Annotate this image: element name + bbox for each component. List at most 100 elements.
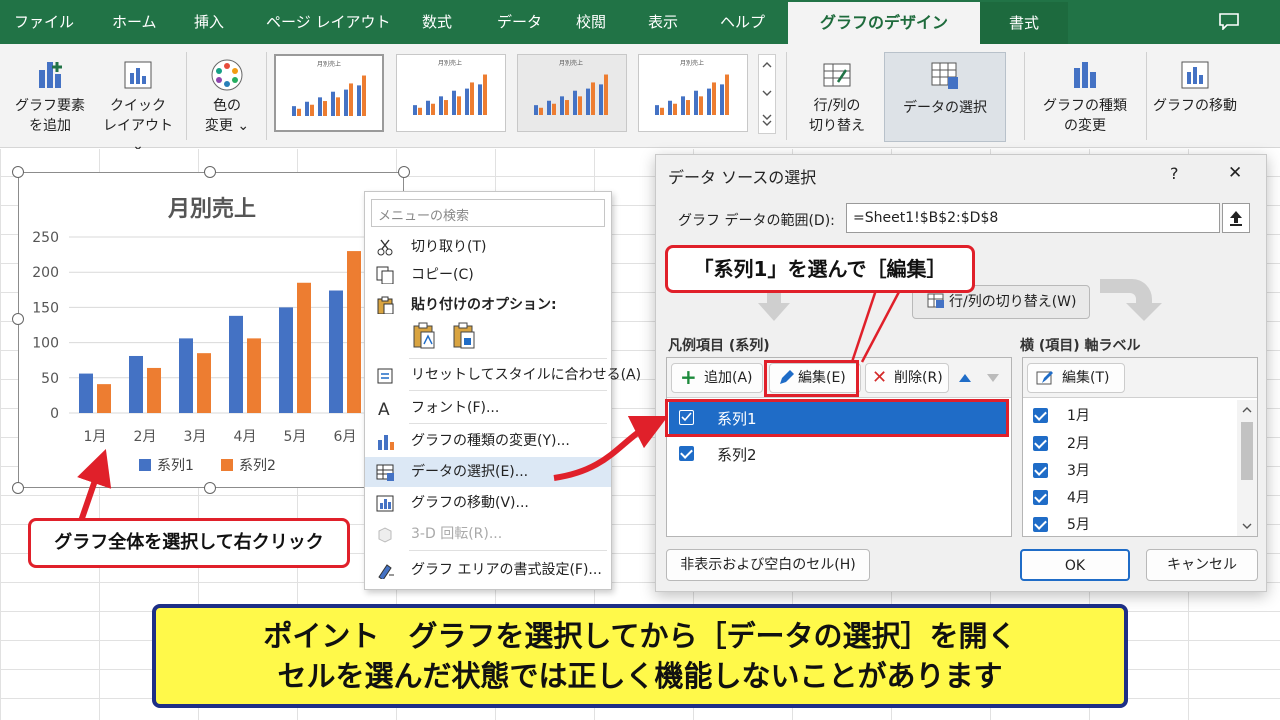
axis-item: 1月 [1067, 408, 1090, 424]
callout-select-chart: グラフ全体を選択して右クリック [28, 518, 350, 568]
thumb-bar [681, 96, 685, 115]
chart-style-2[interactable]: 月別売上 [396, 54, 506, 132]
add-chart-element-button[interactable]: グラフ要素 を追加 [8, 58, 92, 136]
menu-item-cut[interactable]: 切り取り(T) [365, 232, 611, 262]
paste-icon [377, 296, 394, 314]
move-up-button[interactable] [955, 368, 975, 388]
tab-view[interactable]: 表示 [648, 0, 678, 44]
series-row-2[interactable]: 系列2 [669, 438, 1009, 470]
chart-thumbnail: 月別売上 [413, 59, 487, 115]
axis-list-scrollbar[interactable] [1237, 400, 1257, 536]
hidden-empty-cells-button[interactable]: 非表示および空白のセル(H) [666, 549, 870, 581]
thumb-bar [310, 104, 314, 116]
gallery-scrollbar[interactable] [758, 54, 776, 134]
delete-icon: ✕ [872, 367, 888, 388]
legend-label-series1: 系列1 [157, 458, 194, 474]
thumb-bar [297, 108, 301, 116]
thumb-bar [331, 91, 335, 116]
tab-page-layout[interactable]: ページ レイアウト [266, 0, 390, 44]
close-icon[interactable]: ✕ [1228, 163, 1242, 183]
tab-insert[interactable]: 挿入 [194, 0, 224, 44]
thumb-bar [478, 84, 482, 115]
help-button[interactable]: ? [1170, 164, 1179, 183]
chart-style-1[interactable]: 月別売上 [274, 54, 384, 132]
range-input[interactable]: =Sheet1!$B$2:$D$8 [846, 203, 1220, 233]
resize-handle[interactable] [398, 166, 410, 178]
resize-handle[interactable] [204, 482, 216, 494]
thumb-bar [539, 107, 543, 115]
menu-item-move-chart[interactable]: グラフの移動(V)... [365, 488, 611, 518]
bar-1 [229, 315, 243, 413]
ok-button[interactable]: OK [1020, 549, 1130, 581]
axis-item-checkbox[interactable] [1033, 436, 1048, 451]
scissors-icon [377, 239, 393, 256]
axis-item: 3月 [1067, 463, 1090, 479]
resize-handle[interactable] [12, 313, 24, 325]
chart-style-4[interactable]: 月別売上 [638, 54, 748, 132]
range-label: グラフ データの範囲(D): [678, 213, 835, 229]
thumb-bar [318, 97, 322, 116]
thumb-bar [465, 88, 469, 115]
axis-item-checkbox[interactable] [1033, 408, 1048, 423]
resize-handle[interactable] [204, 166, 216, 178]
format-area-icon [378, 564, 394, 579]
select-data-icon [376, 464, 394, 481]
chart-style-3[interactable]: 月別売上 [517, 54, 627, 132]
thumb-bar [323, 101, 327, 116]
x-tick-label: 2月 [134, 429, 157, 445]
edit-axis-labels-button[interactable]: 編集(T) [1027, 363, 1125, 393]
axis-item-checkbox[interactable] [1033, 463, 1048, 478]
axis-item-checkbox[interactable] [1033, 517, 1048, 532]
select-data-icon [931, 62, 958, 89]
thumb-title: 月別売上 [317, 60, 341, 68]
move-down-button[interactable] [983, 368, 1003, 388]
add-series-button[interactable]: + 追加(A) [671, 363, 763, 393]
resize-handle[interactable] [12, 482, 24, 494]
menu-item-reset-style[interactable]: リセットしてスタイルに合わせる(A) [365, 360, 641, 390]
bar-2 [247, 338, 261, 413]
menu-item-3d-rotation: 3-D 回転(R)... [365, 519, 611, 549]
tab-format[interactable]: 書式 [980, 2, 1068, 44]
menu-item-copy[interactable]: コピー(C) [365, 260, 611, 290]
menu-item-change-chart-type[interactable]: グラフの種類の変更(Y)... [365, 426, 611, 456]
tab-home[interactable]: ホーム [112, 0, 157, 44]
move-chart-button[interactable]: グラフの移動 [1150, 58, 1240, 116]
menu-item-format-chart-area[interactable]: グラフ エリアの書式設定(F)... [365, 555, 611, 585]
tab-formulas[interactable]: 数式 [422, 0, 452, 44]
font-icon: A [378, 400, 390, 417]
comment-icon[interactable] [1218, 12, 1240, 31]
tab-chart-design[interactable]: グラフのデザイン [788, 2, 980, 44]
thumb-bar [483, 74, 487, 115]
paste-picture-button[interactable] [451, 322, 477, 350]
change-chart-type-button[interactable]: グラフの種類 の変更 [1030, 58, 1140, 136]
ribbon: グラフ要素 を追加 クイック レイアウト ⌄ 色の 変更 ⌄ 月別売上 月別売上 月別… [0, 44, 1280, 154]
chart-area[interactable]: 月別売上 0 50 100 150 200 250 1月 2月 3月 4月 5月 6月 系列1 系列2 [18, 172, 405, 488]
axis-item-checkbox[interactable] [1033, 490, 1048, 505]
tab-review[interactable]: 校閲 [576, 0, 606, 44]
legend-swatch-series1 [139, 459, 151, 471]
bar-1 [129, 355, 143, 413]
axis-item: 5月 [1067, 517, 1090, 533]
tab-help[interactable]: ヘルプ [720, 0, 765, 44]
tab-data[interactable]: データ [497, 0, 542, 44]
paste-keep-format-button[interactable] [411, 322, 437, 350]
delete-series-button[interactable]: ✕ 削除(R) [865, 363, 949, 393]
menu-item-select-data[interactable]: データの選択(E)... [365, 457, 611, 487]
menu-search-input[interactable]: メニューの検索 [371, 199, 605, 227]
y-tick-label: 250 [32, 230, 59, 246]
menu-item-font[interactable]: A フォント(F)... [365, 393, 611, 423]
quick-layout-button[interactable]: クイック レイアウト ⌄ [96, 58, 180, 156]
cancel-button[interactable]: キャンセル [1146, 549, 1258, 581]
switch-row-column-button[interactable]: 行/列の 切り替え [796, 58, 878, 136]
select-data-button[interactable]: データの選択 [884, 52, 1006, 142]
x-tick-label: 1月 [84, 429, 107, 445]
collapse-range-button[interactable] [1222, 203, 1250, 233]
thumb-bar [305, 101, 309, 116]
axis-item: 4月 [1067, 490, 1090, 506]
resize-handle[interactable] [12, 166, 24, 178]
tab-file[interactable]: ファイル [14, 0, 74, 44]
series2-checkbox[interactable] [679, 446, 694, 461]
menu-item-paste-options: 貼り付けのオプション: [365, 290, 611, 320]
change-colors-button[interactable]: 色の 変更 ⌄ [192, 58, 262, 136]
edit-axis-icon [1036, 371, 1053, 385]
